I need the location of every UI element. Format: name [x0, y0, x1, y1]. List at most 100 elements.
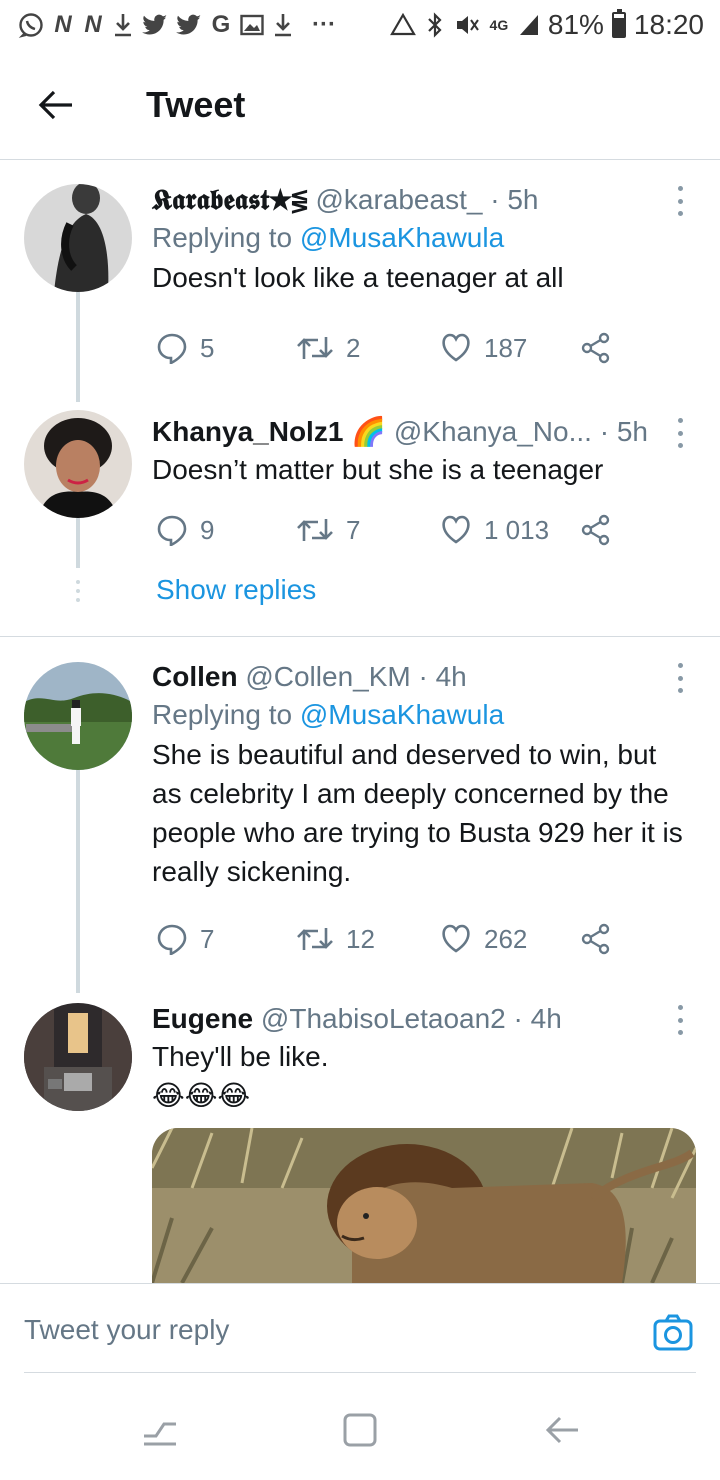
status-bar: N N G ··· 4G 81% 18:20 — [0, 0, 720, 50]
retweet-button[interactable]: 12 — [296, 919, 375, 959]
retweet-count: 2 — [346, 332, 361, 363]
reply-button[interactable]: 9 — [156, 510, 214, 550]
reply-icon — [157, 924, 187, 955]
tweet-body: Collen @Collen_KM · 4h Replying to @Musa… — [152, 659, 700, 891]
page-title: Tweet — [146, 83, 246, 125]
share-button[interactable] — [580, 328, 612, 368]
retweet-button[interactable]: 7 — [296, 510, 360, 550]
user-handle[interactable]: @Khanya_No... — [394, 416, 592, 447]
heart-icon — [442, 333, 470, 362]
whatsapp-icon — [18, 10, 44, 40]
mention-link[interactable]: @MusaKhawula — [300, 699, 504, 730]
display-name[interactable]: 𝕶𝖆𝖗𝖆𝖇𝖊𝖆𝖘𝖙★⋚ — [152, 183, 308, 216]
avatar[interactable] — [24, 184, 132, 292]
user-handle[interactable]: @ThabisoLetaoan2 — [261, 1003, 506, 1034]
thread-line — [76, 770, 80, 993]
tweet-text: They'll be like. — [152, 1041, 329, 1072]
tweet-emojis: 😂😂😂 — [152, 1080, 251, 1111]
twitter-icon — [176, 10, 202, 40]
reply-icon — [157, 333, 187, 364]
display-name[interactable]: Eugene — [152, 1003, 253, 1034]
back-nav-button[interactable] — [542, 1410, 582, 1450]
heart-icon — [442, 924, 470, 953]
signal-icon — [518, 10, 540, 40]
more-options-icon[interactable] — [670, 663, 690, 693]
n-icon: N — [84, 11, 102, 38]
tweet[interactable]: 𝕶𝖆𝖗𝖆𝖇𝖊𝖆𝖘𝖙★⋚ @karabeast_ · 5h Replying to… — [0, 160, 720, 402]
reply-icon — [157, 515, 187, 546]
rainbow-emoji: 🌈 — [351, 416, 387, 447]
like-button[interactable]: 1 013 — [440, 510, 549, 550]
tweet-text: Doesn't look like a teenager at all — [152, 262, 564, 293]
tweet-time: · 5h — [599, 416, 648, 447]
bluetooth-icon — [424, 10, 446, 40]
reply-input[interactable]: Tweet your reply — [24, 1314, 229, 1346]
user-handle[interactable]: @Collen_KM — [245, 661, 410, 692]
mute-icon — [454, 10, 480, 40]
like-button[interactable]: 187 — [440, 328, 527, 368]
more-options-icon[interactable] — [670, 1005, 690, 1035]
share-button[interactable] — [580, 919, 612, 959]
arrow-left-icon — [38, 90, 72, 119]
retweet-count: 7 — [346, 514, 361, 545]
heart-icon — [442, 515, 470, 544]
mention-link[interactable]: @MusaKhawula — [300, 222, 504, 253]
replying-to: Replying to @MusaKhawula — [152, 695, 700, 735]
reply-button[interactable]: 7 — [156, 919, 214, 959]
replying-to-label: Replying to — [152, 222, 293, 253]
retweet-count: 12 — [346, 923, 375, 954]
thread-line — [76, 292, 80, 402]
avatar[interactable] — [24, 410, 132, 518]
more-icon: ··· — [312, 11, 336, 38]
share-icon — [581, 923, 610, 955]
notification-icons: N N G ··· — [18, 10, 336, 40]
like-button[interactable]: 262 — [440, 919, 527, 959]
tweet-actions: 5 2 187 — [156, 328, 656, 368]
tweet-header: Khanya_Nolz1 🌈 @Khanya_No... · 5h — [152, 414, 700, 450]
like-count: 262 — [484, 923, 528, 954]
more-options-icon[interactable] — [670, 418, 690, 448]
clock: 18:20 — [633, 9, 704, 40]
show-replies-link[interactable]: Show replies — [156, 574, 316, 606]
avatar[interactable] — [24, 1003, 132, 1111]
more-options-icon[interactable] — [670, 186, 690, 216]
tweet-text: She is beautiful and deserved to win, bu… — [152, 739, 683, 887]
recents-button[interactable] — [140, 1410, 180, 1450]
camera-icon — [653, 1314, 693, 1351]
share-button[interactable] — [580, 510, 612, 550]
system-icons: 4G 81% 18:20 — [389, 9, 704, 41]
avatar[interactable] — [24, 662, 132, 770]
battery-percent: 81% — [547, 9, 604, 40]
retweet-button[interactable]: 2 — [296, 328, 360, 368]
home-button[interactable] — [340, 1410, 380, 1450]
camera-button[interactable] — [652, 1312, 694, 1354]
back-button[interactable] — [28, 77, 84, 133]
battery-icon — [611, 9, 626, 38]
thread-dots — [74, 580, 82, 602]
tweet-body: 𝕶𝖆𝖗𝖆𝖇𝖊𝖆𝖘𝖙★⋚ @karabeast_ · 5h Replying to… — [152, 182, 700, 297]
reply-count: 9 — [200, 514, 215, 545]
thread-line — [76, 518, 80, 568]
tweet[interactable]: Khanya_Nolz1 🌈 @Khanya_No... · 5h Doesn’… — [0, 402, 720, 636]
display-name[interactable]: Collen — [152, 661, 238, 692]
like-count: 1 013 — [484, 514, 550, 545]
display-name[interactable]: Khanya_Nolz1 — [152, 416, 343, 447]
replying-to: Replying to @MusaKhawula — [152, 218, 700, 258]
tweet-time: · 4h — [418, 661, 467, 692]
user-handle[interactable]: @karabeast_ — [315, 184, 482, 215]
retweet-icon — [297, 337, 333, 359]
download-icon — [272, 10, 294, 40]
retweet-icon — [297, 928, 333, 950]
tweet[interactable]: Collen @Collen_KM · 4h Replying to @Musa… — [0, 637, 720, 993]
tweet-header: 𝕶𝖆𝖗𝖆𝖇𝖊𝖆𝖘𝖙★⋚ @karabeast_ · 5h — [152, 182, 700, 218]
like-count: 187 — [484, 332, 528, 363]
tweet-body: Khanya_Nolz1 🌈 @Khanya_No... · 5h Doesn’… — [152, 414, 700, 489]
reply-button[interactable]: 5 — [156, 328, 214, 368]
system-nav-bar — [0, 1380, 720, 1480]
divider — [24, 1372, 696, 1373]
n-icon: N — [54, 11, 72, 38]
tweet-media-image[interactable] — [152, 1128, 696, 1283]
tweet-header: Eugene @ThabisoLetaoan2 · 4h — [152, 1001, 700, 1037]
tweet-actions: 9 7 1 013 — [156, 510, 656, 550]
home-icon — [343, 1413, 377, 1447]
